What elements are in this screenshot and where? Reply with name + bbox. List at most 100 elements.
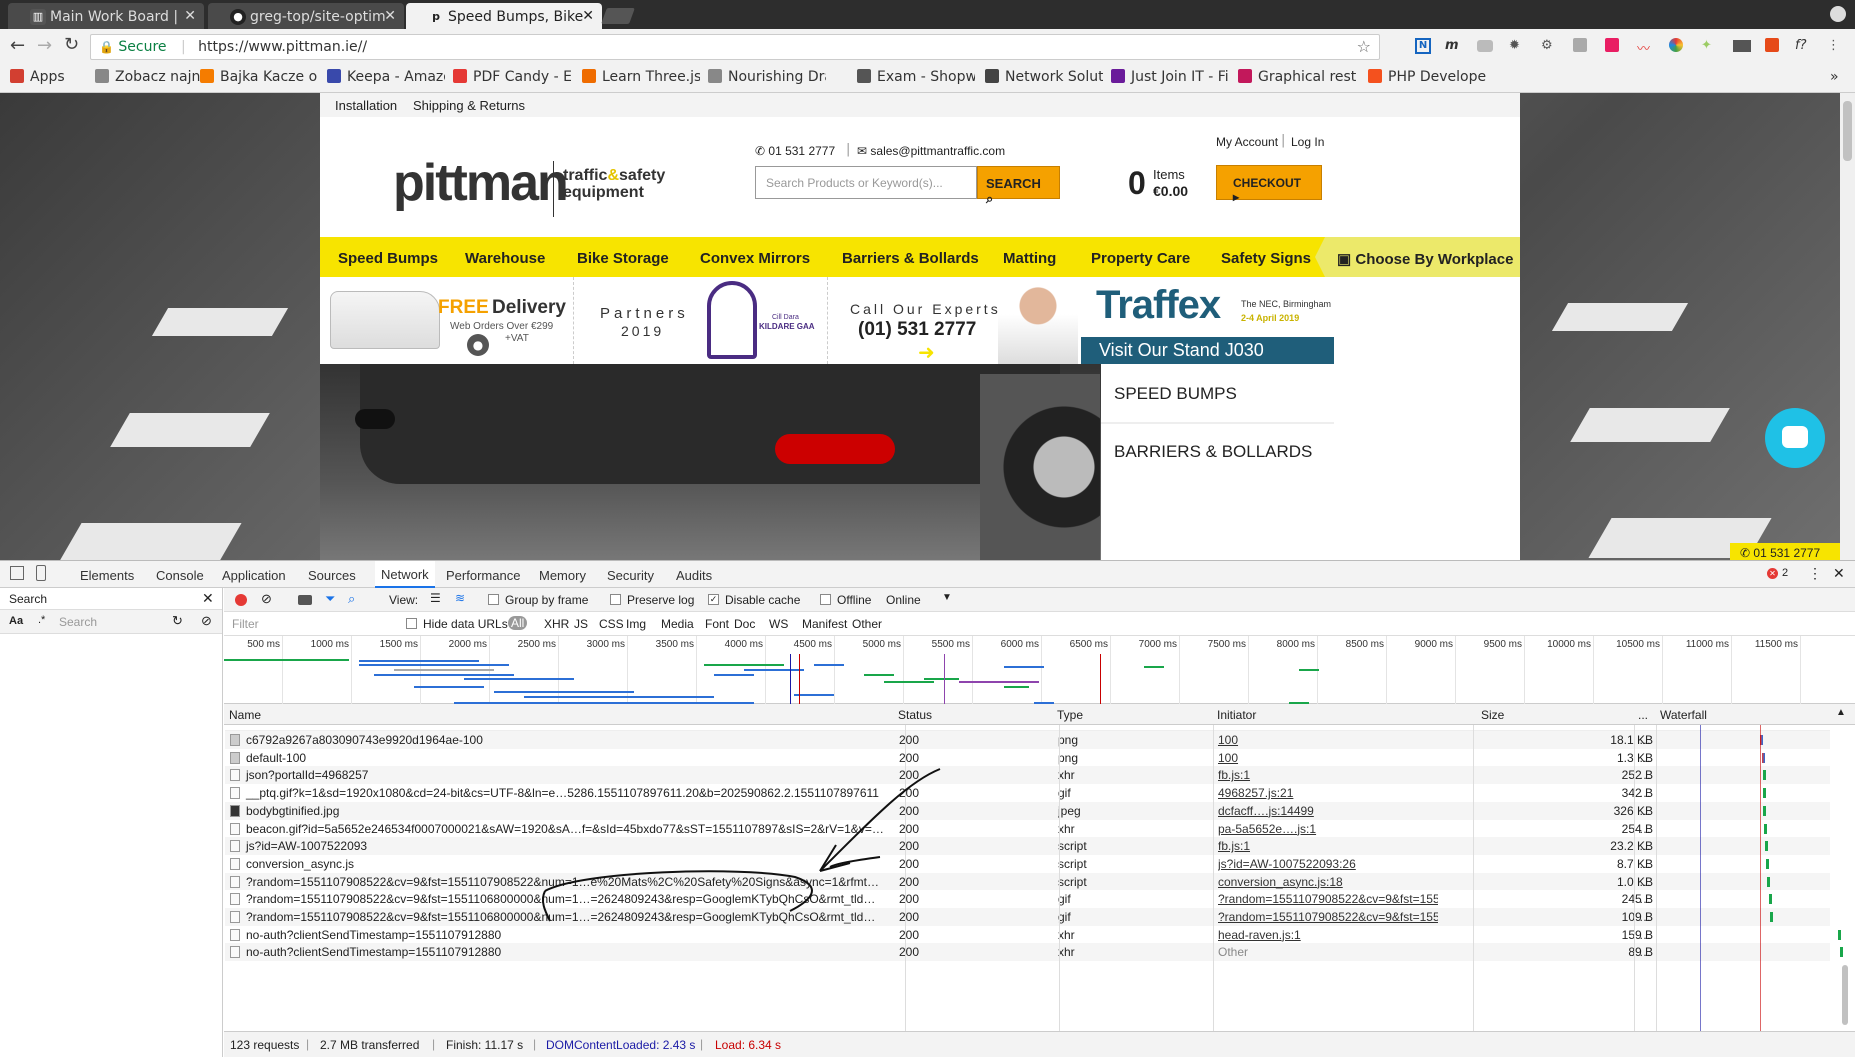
category-speed-bumps[interactable]: SPEED BUMPS [1114, 384, 1237, 404]
error-count[interactable]: 2 [1782, 567, 1788, 579]
filter-input[interactable]: Filter [232, 617, 392, 631]
table-row[interactable]: __ptq.gif?k=1&sd=1920x1080&cd=24-bit&cs=… [225, 784, 1830, 803]
error-icon[interactable]: ✕ [1767, 568, 1778, 579]
throttling-select[interactable]: Online [886, 593, 921, 607]
browser-tab[interactable]: ▥ Main Work Board | ✕ [8, 3, 204, 29]
column-header-initiator[interactable]: Initiator [1217, 708, 1256, 722]
table-row[interactable]: bodybgtinified.jpg 200 jpeg dcfacff….js:144… [225, 801, 1830, 820]
devtools-close-icon[interactable]: ✕ [1833, 565, 1845, 582]
search-icon[interactable]: ⌕ [348, 591, 355, 607]
table-row[interactable]: no-auth?clientSendTimestamp=155110791288… [225, 943, 1843, 962]
filter-type-font[interactable]: Font [705, 617, 729, 631]
extension-icon[interactable] [1477, 40, 1493, 52]
nav-item-convex-mirrors[interactable]: Convex Mirrors [700, 250, 810, 267]
group-by-frame-checkbox[interactable] [488, 594, 499, 605]
device-toggle-icon[interactable] [36, 565, 46, 581]
table-row[interactable]: no-auth?clientSendTimestamp=155110791288… [225, 925, 1841, 944]
nav-item-bike-storage[interactable]: Bike Storage [577, 250, 669, 267]
large-rows-icon[interactable]: ☰ [430, 591, 441, 605]
nav-item-matting[interactable]: Matting [1003, 250, 1056, 267]
devtools-tab-memory[interactable]: Memory [539, 568, 586, 583]
request-initiator[interactable]: 4968257.js:21 [1218, 786, 1438, 800]
bookmark-item[interactable]: Apps [10, 69, 82, 85]
devtools-tab-performance[interactable]: Performance [446, 568, 520, 583]
table-row[interactable]: ?random=1551107908522&cv=9&fst=155110680… [225, 890, 1830, 909]
checkout-button[interactable]: CHECKOUT ▸ [1216, 165, 1322, 204]
extension-icon[interactable] [1733, 40, 1751, 52]
extension-icon[interactable]: ⚙ [1541, 38, 1553, 53]
match-case-icon[interactable]: Aa [9, 615, 23, 627]
column-header-size[interactable]: Size [1481, 708, 1504, 722]
page-scrollbar[interactable] [1840, 93, 1855, 560]
record-icon[interactable] [235, 594, 247, 606]
request-initiator[interactable]: js?id=AW-1007522093:26 [1218, 857, 1438, 871]
promo-call-experts[interactable]: Call Our Experts (01) 531 2777 ➜ [827, 277, 1080, 364]
new-tab-button[interactable] [601, 8, 635, 24]
contact-phone[interactable]: ✆ 01 531 2777 [755, 144, 835, 158]
hide-data-urls-checkbox[interactable] [406, 618, 417, 629]
bookmark-item[interactable]: Network Solutic [985, 69, 1103, 85]
table-row[interactable]: ?random=1551107908522&cv=9&fst=155110790… [225, 872, 1830, 891]
topbar-link-shipping[interactable]: Shipping & Returns [413, 98, 525, 113]
request-initiator[interactable]: 100 [1218, 751, 1438, 765]
bookmark-star-icon[interactable]: ☆ [1357, 37, 1371, 56]
bookmark-item[interactable]: Nourishing Drag [708, 69, 826, 85]
column-header-status[interactable]: Status [898, 708, 932, 722]
chevron-down-icon[interactable]: ▼ [942, 592, 952, 603]
floating-phone[interactable]: ✆ 01 531 2777 [1730, 543, 1842, 560]
regex-icon[interactable]: .* [38, 614, 45, 626]
my-account-link[interactable]: My Account [1216, 135, 1278, 149]
sort-up-icon[interactable]: ▲ [1836, 707, 1846, 718]
back-icon[interactable]: ← [10, 35, 25, 56]
search-panel-input[interactable]: Search [59, 615, 97, 629]
menu-icon[interactable]: ⋮ [1827, 38, 1840, 53]
promo-traffex[interactable]: Traffex The NEC, Birmingham 2-4 April 20… [1081, 277, 1334, 364]
close-icon[interactable]: ✕ [384, 8, 396, 24]
request-initiator[interactable]: fb.js:1 [1218, 768, 1438, 782]
devtools-tab-audits[interactable]: Audits [676, 568, 712, 583]
column-header-time[interactable]: ... [1638, 708, 1648, 722]
request-initiator[interactable]: ?random=1551107908522&cv=9&fst=15511… [1218, 892, 1438, 906]
filter-type-ws[interactable]: WS [769, 617, 788, 631]
promo-partners-gaa[interactable]: Partners 2019 Cill Dara KILDARE GAA [573, 277, 826, 364]
extension-icon[interactable]: ✦ [1701, 38, 1712, 53]
category-barriers-bollards[interactable]: BARRIERS & BOLLARDS [1114, 442, 1312, 462]
promo-free-delivery[interactable]: FREE Delivery Web Orders Over €299 +VAT … [320, 277, 572, 364]
browser-tab-active[interactable]: p Speed Bumps, Bike ✕ [406, 3, 602, 29]
nav-item-safety-signs[interactable]: Safety Signs [1221, 250, 1311, 267]
table-row[interactable]: js?id=AW-1007522093 200 script fb.js:1 23.2 … [225, 837, 1830, 856]
filter-type-all[interactable]: All [508, 616, 528, 630]
search-button[interactable]: SEARCH ⌕ [977, 166, 1060, 206]
extension-icon[interactable] [1573, 38, 1587, 52]
table-row[interactable]: conversion_async.js 200 script js?id=AW-100… [225, 854, 1830, 873]
preserve-log-checkbox[interactable] [610, 594, 621, 605]
filter-type-xhr[interactable]: XHR [544, 617, 569, 631]
omnibox[interactable]: 🔒 Secure | https://www.pittman.ie// ☆ [90, 34, 1380, 60]
bookmark-item[interactable]: PHP Developer [1368, 69, 1486, 85]
clear-icon[interactable]: ⊘ [201, 613, 212, 629]
extension-icon[interactable]: 〰 [1637, 38, 1650, 57]
bookmark-item[interactable]: Exam - Shopwar [857, 69, 975, 85]
extension-icon[interactable] [1605, 38, 1619, 52]
devtools-menu-icon[interactable]: ⋮ [1808, 565, 1822, 582]
request-initiator[interactable]: dcfacff….js:14499 [1218, 804, 1438, 818]
column-header-type[interactable]: Type [1057, 708, 1083, 722]
inspect-icon[interactable] [10, 566, 24, 580]
bookmark-item[interactable]: Learn Three.js - [582, 69, 700, 85]
forward-icon[interactable]: → [37, 35, 52, 56]
profile-icon[interactable] [1830, 6, 1846, 22]
extension-icon[interactable]: ✹ [1509, 38, 1520, 53]
extension-icon[interactable] [1765, 38, 1779, 52]
topbar-link-installation[interactable]: Installation [335, 98, 397, 113]
request-initiator[interactable]: fb.js:1 [1218, 839, 1438, 853]
filter-type-other[interactable]: Other [852, 617, 882, 631]
devtools-tab-console[interactable]: Console [156, 568, 204, 583]
request-initiator[interactable]: head-raven.js:1 [1218, 928, 1438, 942]
bookmark-item[interactable]: Keepa - Amazon [327, 69, 445, 85]
nav-item-choose-by-workplace[interactable]: ▣ Choose By Workplace [1315, 237, 1520, 277]
table-scrollbar[interactable] [1842, 965, 1848, 1025]
nav-item-barriers-bollards[interactable]: Barriers & Bollards [842, 250, 979, 267]
devtools-tab-elements[interactable]: Elements [80, 568, 134, 583]
reload-icon[interactable]: ↻ [64, 34, 79, 55]
contact-email[interactable]: ✉ sales@pittmantraffic.com [857, 144, 1005, 158]
